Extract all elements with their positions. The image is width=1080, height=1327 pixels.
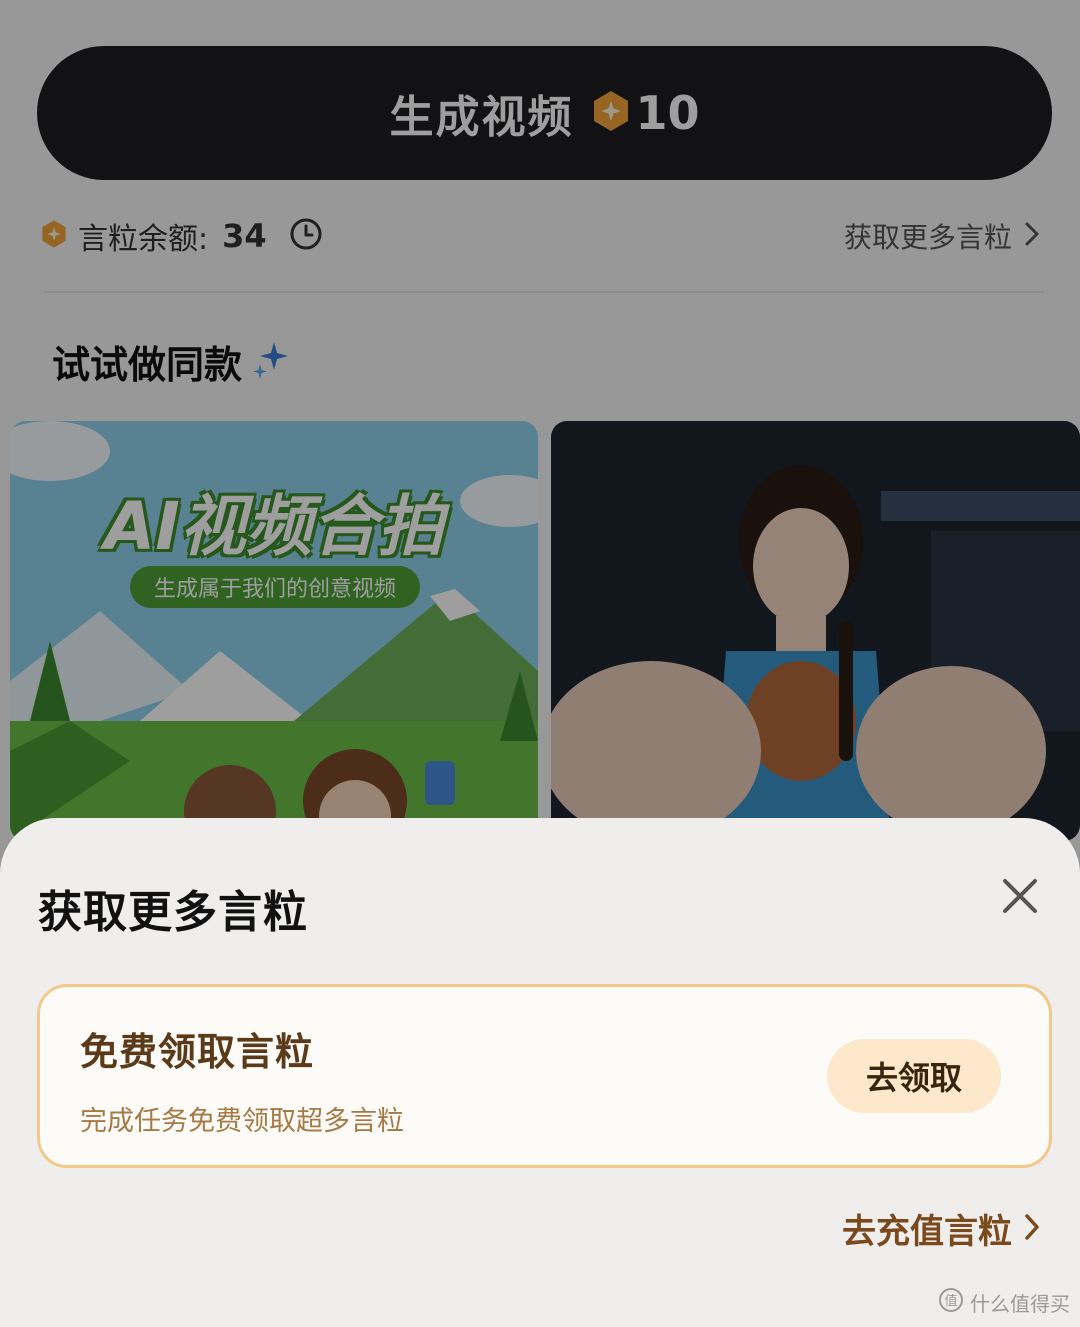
watermark: 值 什么值得买 <box>938 1287 1070 1317</box>
recharge-link-label: 去充值言粒 <box>842 1212 1012 1252</box>
close-button[interactable] <box>1000 876 1040 916</box>
sheet-title: 获取更多言粒 <box>38 887 308 938</box>
free-claim-title: 免费领取言粒 <box>80 1030 315 1074</box>
claim-button-label: 去领取 <box>865 1059 962 1097</box>
free-claim-description: 完成任务免费领取超多言粒 <box>80 1106 404 1137</box>
claim-button[interactable]: 去领取 <box>827 1039 1001 1113</box>
free-claim-card: 免费领取言粒 完成任务免费领取超多言粒 去领取 <box>37 984 1052 1168</box>
recharge-link[interactable]: 去充值言粒 <box>842 1204 1040 1253</box>
get-more-sheet: 获取更多言粒 免费领取言粒 完成任务免费领取超多言粒 去领取 去充值言粒 值 什… <box>0 818 1080 1327</box>
watermark-logo-icon: 值 <box>938 1287 964 1317</box>
close-icon <box>1003 879 1037 913</box>
watermark-text: 什么值得买 <box>970 1291 1070 1316</box>
svg-text:值: 值 <box>944 1293 957 1309</box>
chevron-right-icon <box>1024 1213 1040 1245</box>
